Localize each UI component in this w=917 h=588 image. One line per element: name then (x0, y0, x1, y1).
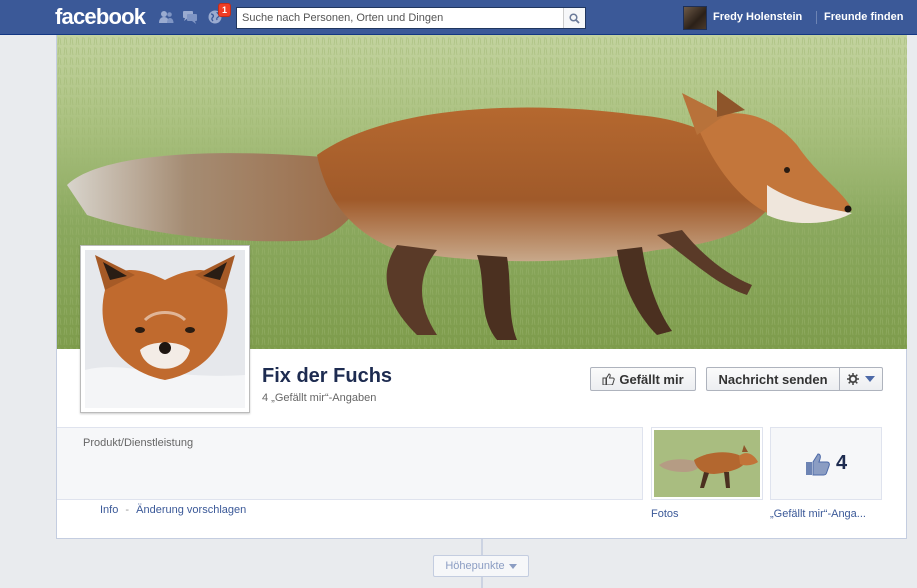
fox-face-illustration (85, 250, 245, 408)
photos-tile[interactable] (651, 427, 763, 500)
fox-photo-thumbnail (654, 430, 760, 497)
info-link[interactable]: Info (100, 504, 118, 516)
send-message-label: Nachricht senden (718, 371, 828, 387)
likes-tile-label[interactable]: „Gefällt mir“-Anga... (770, 508, 884, 520)
gear-icon (847, 373, 859, 385)
search-button[interactable] (563, 8, 585, 28)
facebook-logo[interactable]: facebook (55, 4, 146, 30)
caret-down-icon (865, 376, 875, 382)
likes-tile-count: 4 (835, 452, 848, 474)
find-friends-link[interactable]: Freunde finden (824, 11, 903, 23)
likes-tile[interactable]: 4 (770, 427, 882, 500)
info-links: Info - Änderung vorschlagen (100, 504, 246, 516)
thumbs-up-icon (602, 373, 616, 385)
link-separator: - (125, 504, 130, 516)
profile-picture[interactable] (80, 245, 250, 413)
messages-icon[interactable] (182, 10, 198, 24)
page-timeline: Fix der Fuchs 4 „Gefällt mir“-Angaben Ge… (56, 35, 907, 539)
nav-divider (816, 11, 817, 24)
page-title: Fix der Fuchs (262, 365, 393, 387)
about-box: Produkt/Dienstleistung (57, 427, 643, 500)
photos-label[interactable]: Fotos (651, 508, 679, 520)
likes-summary: 4 „Gefällt mir“-Angaben (262, 392, 377, 404)
thumbs-up-icon (805, 452, 830, 475)
highlights-dropdown[interactable]: Höhepunkte (433, 555, 529, 577)
page-category: Produkt/Dienstleistung (83, 437, 194, 449)
search-box (236, 7, 586, 29)
user-avatar[interactable] (683, 6, 707, 30)
notification-badge[interactable]: 1 (218, 3, 232, 17)
send-message-button[interactable]: Nachricht senden (706, 367, 840, 391)
search-input[interactable] (237, 8, 557, 28)
friend-requests-icon[interactable] (158, 10, 174, 24)
top-bar: facebook 1 Fredy Holenstein Freunde find… (0, 0, 917, 35)
search-icon (569, 12, 580, 24)
user-name-link[interactable]: Fredy Holenstein (713, 11, 802, 23)
like-button-label: Gefällt mir (619, 371, 684, 387)
highlights-label: Höhepunkte (445, 560, 505, 572)
caret-down-icon (508, 563, 517, 569)
suggest-edit-link[interactable]: Änderung vorschlagen (136, 504, 246, 516)
page-options-button[interactable] (839, 367, 883, 391)
like-button[interactable]: Gefällt mir (590, 367, 696, 391)
